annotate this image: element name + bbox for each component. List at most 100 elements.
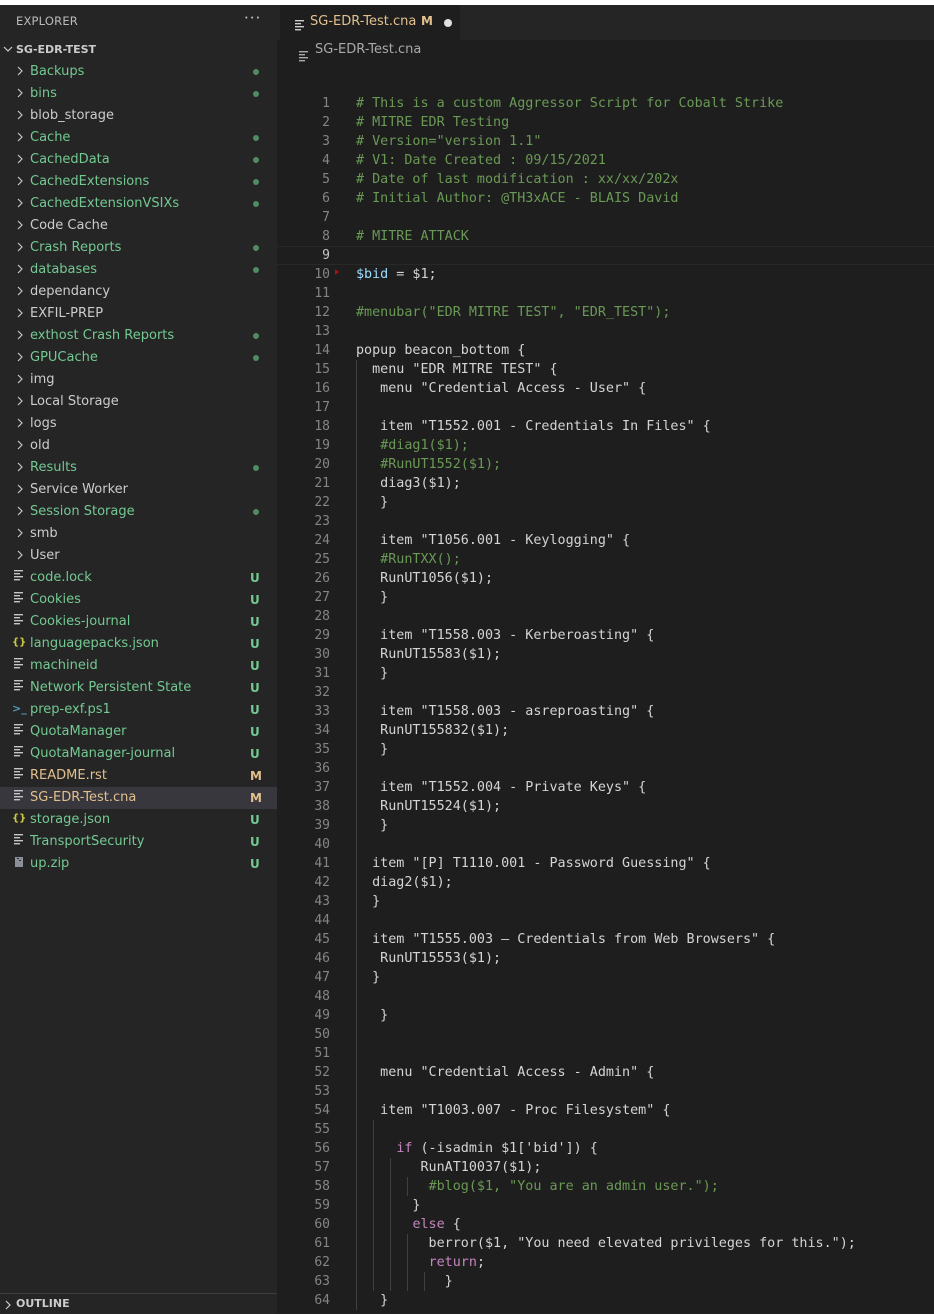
- code-line[interactable]: 3 # Version="version 1.1": [277, 132, 934, 151]
- folder-item-cachedextensionvsixs[interactable]: CachedExtensionVSIXs: [0, 193, 277, 215]
- code-editor[interactable]: 1 # This is a custom Aggressor Script for…: [277, 94, 934, 1314]
- folder-item-databases[interactable]: databases: [0, 259, 277, 281]
- file-item-cookies[interactable]: Cookies U: [0, 589, 277, 611]
- code-line[interactable]: 17: [277, 398, 934, 417]
- folder-item-code-cache[interactable]: Code Cache: [0, 215, 277, 237]
- code-line[interactable]: 49 }: [277, 1006, 934, 1025]
- code-line[interactable]: 9: [277, 246, 934, 265]
- code-line[interactable]: 36: [277, 759, 934, 778]
- code-line[interactable]: 34 RunUT155832($1);: [277, 721, 934, 740]
- tab-sg-edr-test[interactable]: SG-EDR-Test.cna M: [280, 5, 460, 40]
- code-line[interactable]: 57 RunAT10037($1);: [277, 1158, 934, 1177]
- code-line[interactable]: 25 #RunTXX();: [277, 550, 934, 569]
- code-line[interactable]: 23: [277, 512, 934, 531]
- code-line[interactable]: 42 diag2($1);: [277, 873, 934, 892]
- code-line[interactable]: 37 item "T1552.004 - Private Keys" {: [277, 778, 934, 797]
- code-line[interactable]: 30 RunUT15583($1);: [277, 645, 934, 664]
- code-line[interactable]: 1 # This is a custom Aggressor Script for…: [277, 94, 934, 113]
- folder-item-dependancy[interactable]: dependancy: [0, 281, 277, 303]
- code-line[interactable]: 59 }: [277, 1196, 934, 1215]
- code-line[interactable]: 39 }: [277, 816, 934, 835]
- code-line[interactable]: 56 if (-isadmin $1['bid']) {: [277, 1139, 934, 1158]
- code-line[interactable]: 54 item "T1003.007 - Proc Filesystem" {: [277, 1101, 934, 1120]
- file-item-prep-exf-ps1[interactable]: >_ prep-exf.ps1 U: [0, 699, 277, 721]
- code-line[interactable]: 18 item "T1552.001 - Credentials In File…: [277, 417, 934, 436]
- code-line[interactable]: 15 menu "EDR MITRE TEST" {: [277, 360, 934, 379]
- code-line[interactable]: 52 menu "Credential Access - Admin" {: [277, 1063, 934, 1082]
- code-line[interactable]: 64 }: [277, 1291, 934, 1310]
- more-icon[interactable]: ···: [244, 9, 261, 27]
- code-line[interactable]: 43 }: [277, 892, 934, 911]
- folder-item-old[interactable]: old: [0, 435, 277, 457]
- code-line[interactable]: 12 #menubar("EDR MITRE TEST", "EDR_TEST")…: [277, 303, 934, 322]
- code-line[interactable]: 5 # Date of last modification : xx/xx/202…: [277, 170, 934, 189]
- folder-item-img[interactable]: img: [0, 369, 277, 391]
- file-item-sg-edr-test-cna[interactable]: SG-EDR-Test.cna M: [0, 787, 277, 809]
- code-line[interactable]: 47 }: [277, 968, 934, 987]
- folder-item-smb[interactable]: smb: [0, 523, 277, 545]
- file-item-readme-rst[interactable]: README.rst M: [0, 765, 277, 787]
- folder-item-session-storage[interactable]: Session Storage: [0, 501, 277, 523]
- code-line[interactable]: 51: [277, 1044, 934, 1063]
- code-line[interactable]: 2 # MITRE EDR Testing: [277, 113, 934, 132]
- folder-item-cache[interactable]: Cache: [0, 127, 277, 149]
- code-line[interactable]: 63 }: [277, 1272, 934, 1291]
- code-line[interactable]: 45 item "T1555.003 – Credentials from We…: [277, 930, 934, 949]
- file-item-code-lock[interactable]: code.lock U: [0, 567, 277, 589]
- folder-item-service-worker[interactable]: Service Worker: [0, 479, 277, 501]
- code-line[interactable]: 58 #blog($1, "You are an admin user.");: [277, 1177, 934, 1196]
- code-line[interactable]: 33 item "T1558.003 - asreproasting" {: [277, 702, 934, 721]
- file-item-quotamanager-journal[interactable]: QuotaManager-journal U: [0, 743, 277, 765]
- file-item-storage-json[interactable]: {} storage.json U: [0, 809, 277, 831]
- folder-item-backups[interactable]: Backups: [0, 61, 277, 83]
- code-line[interactable]: 22 }: [277, 493, 934, 512]
- code-line[interactable]: 29 item "T1558.003 - Kerberoasting" {: [277, 626, 934, 645]
- folder-item-user[interactable]: User: [0, 545, 277, 567]
- code-line[interactable]: 44: [277, 911, 934, 930]
- folder-item-cacheddata[interactable]: CachedData: [0, 149, 277, 171]
- code-line[interactable]: 4 # V1: Date Created : 09/15/2021: [277, 151, 934, 170]
- code-line[interactable]: 38 RunUT15524($1);: [277, 797, 934, 816]
- code-line[interactable]: 46 RunUT15553($1);: [277, 949, 934, 968]
- code-line[interactable]: 26 RunUT1056($1);: [277, 569, 934, 588]
- file-item-quotamanager[interactable]: QuotaManager U: [0, 721, 277, 743]
- folder-item-cachedextensions[interactable]: CachedExtensions: [0, 171, 277, 193]
- code-line[interactable]: 19 #diag1($1);: [277, 436, 934, 455]
- code-line[interactable]: 32: [277, 683, 934, 702]
- folder-item-local-storage[interactable]: Local Storage: [0, 391, 277, 413]
- code-line[interactable]: 31 }: [277, 664, 934, 683]
- file-item-languagepacks-json[interactable]: {} languagepacks.json U: [0, 633, 277, 655]
- code-line[interactable]: 20 #RunUT1552($1);: [277, 455, 934, 474]
- code-line[interactable]: 53: [277, 1082, 934, 1101]
- code-line[interactable]: 41 item "[P] T1110.001 - Password Guessi…: [277, 854, 934, 873]
- code-line[interactable]: 62 return;: [277, 1253, 934, 1272]
- code-line[interactable]: 28: [277, 607, 934, 626]
- folder-item-bins[interactable]: bins: [0, 83, 277, 105]
- code-line[interactable]: 6 # Initial Author: @TH3xACE - BLAIS Davi…: [277, 189, 934, 208]
- code-line[interactable]: 21 diag3($1);: [277, 474, 934, 493]
- folder-item-logs[interactable]: logs: [0, 413, 277, 435]
- code-line[interactable]: 7: [277, 208, 934, 227]
- workspace-folder-header[interactable]: SG-EDR-TEST: [0, 40, 277, 60]
- code-line[interactable]: 48: [277, 987, 934, 1006]
- code-line[interactable]: 27 }: [277, 588, 934, 607]
- code-line[interactable]: 14 popup beacon_bottom {: [277, 341, 934, 360]
- code-line[interactable]: 35 }: [277, 740, 934, 759]
- code-line[interactable]: 50: [277, 1025, 934, 1044]
- code-line[interactable]: 61 berror($1, "You need elevated privile…: [277, 1234, 934, 1253]
- code-line[interactable]: 10 $bid = $1;: [277, 265, 934, 284]
- folder-item-exthost-crash-reports[interactable]: exthost Crash Reports: [0, 325, 277, 347]
- code-line[interactable]: 8 # MITRE ATTACK: [277, 227, 934, 246]
- code-line[interactable]: 16 menu "Credential Access - User" {: [277, 379, 934, 398]
- folder-item-blob-storage[interactable]: blob_storage: [0, 105, 277, 127]
- file-item-network-persistent-state[interactable]: Network Persistent State U: [0, 677, 277, 699]
- folder-item-crash-reports[interactable]: Crash Reports: [0, 237, 277, 259]
- outline-section-header[interactable]: OUTLINE: [0, 1293, 277, 1315]
- file-item-machineid[interactable]: machineid U: [0, 655, 277, 677]
- unsaved-dot-icon[interactable]: [444, 19, 452, 27]
- file-item-transportsecurity[interactable]: TransportSecurity U: [0, 831, 277, 853]
- folder-item-gpucache[interactable]: GPUCache: [0, 347, 277, 369]
- code-line[interactable]: 24 item "T1056.001 - Keylogging" {: [277, 531, 934, 550]
- file-item-cookies-journal[interactable]: Cookies-journal U: [0, 611, 277, 633]
- file-item-up-zip[interactable]: up.zip U: [0, 853, 277, 875]
